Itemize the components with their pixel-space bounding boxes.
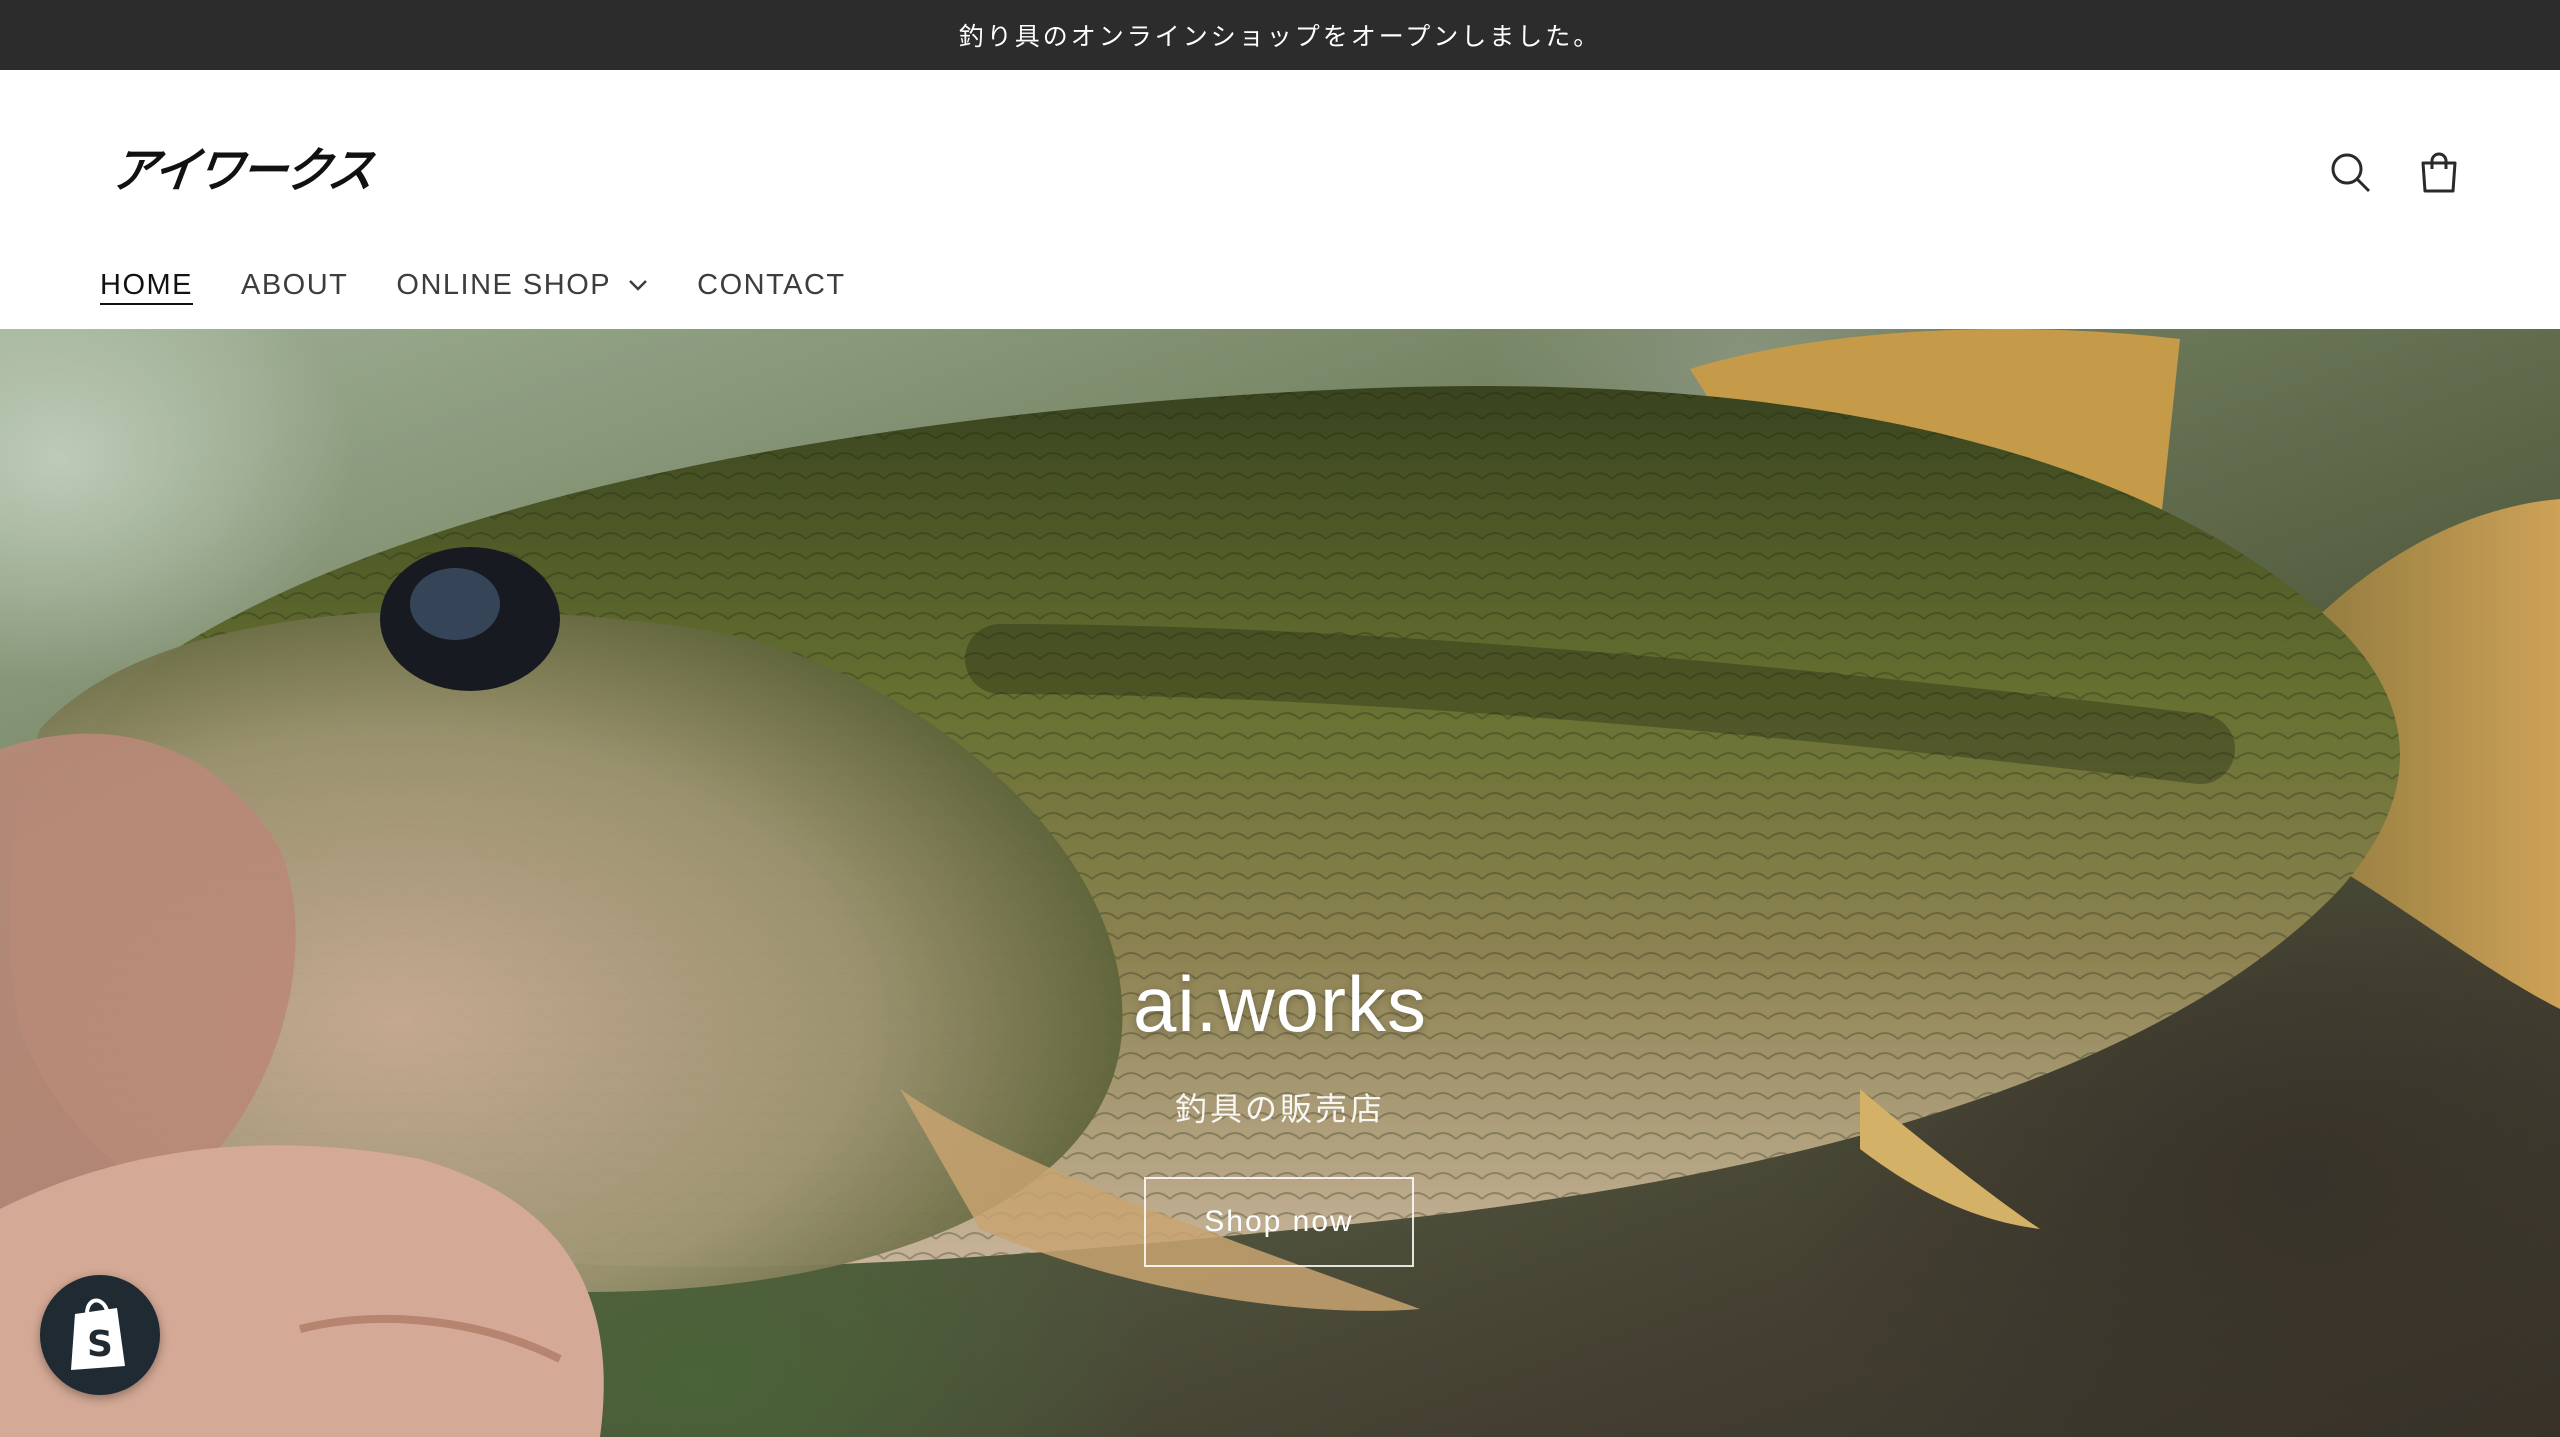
search-button[interactable] xyxy=(2320,142,2382,204)
announcement-bar: 釣り具のオンラインショップをオープンしました。 xyxy=(0,0,2560,70)
nav-item-label: HOME xyxy=(100,268,193,301)
cart-button[interactable] xyxy=(2408,142,2470,204)
nav-item-home[interactable]: HOME xyxy=(100,260,193,310)
shop-now-button[interactable]: Shop now xyxy=(1144,1177,1414,1267)
nav-item-label: ABOUT xyxy=(241,268,349,301)
svg-text:S: S xyxy=(87,1324,113,1365)
hero-overlay xyxy=(0,329,2560,1437)
chevron-down-icon xyxy=(629,280,648,291)
cart-icon xyxy=(2421,152,2457,193)
nav-item-label: ONLINE SHOP xyxy=(396,268,612,301)
nav-item-about[interactable]: ABOUT xyxy=(241,260,348,310)
search-icon xyxy=(2331,153,2371,193)
site-logo[interactable]: アイワークス xyxy=(108,139,377,202)
nav-item-contact[interactable]: CONTACT xyxy=(697,260,846,310)
hero-title: ai.works xyxy=(1132,960,1428,1048)
shopify-bag-icon: S xyxy=(71,1298,125,1370)
nav-item-label: CONTACT xyxy=(697,268,846,301)
hero-subtitle: 釣具の販売店 xyxy=(1174,1090,1385,1128)
announcement-text: 釣り具のオンラインショップをオープンしました。 xyxy=(958,22,1602,51)
shopify-badge-button[interactable]: S xyxy=(40,1275,160,1395)
site-header: アイワークス HOME ABOUT ONLINE SHOP CONTACT xyxy=(0,70,2560,329)
main-nav: HOME ABOUT ONLINE SHOP CONTACT xyxy=(100,260,894,310)
nav-item-online-shop[interactable]: ONLINE SHOP xyxy=(396,260,649,310)
hero-banner: ai.works 釣具の販売店 Shop now xyxy=(0,329,2560,1437)
